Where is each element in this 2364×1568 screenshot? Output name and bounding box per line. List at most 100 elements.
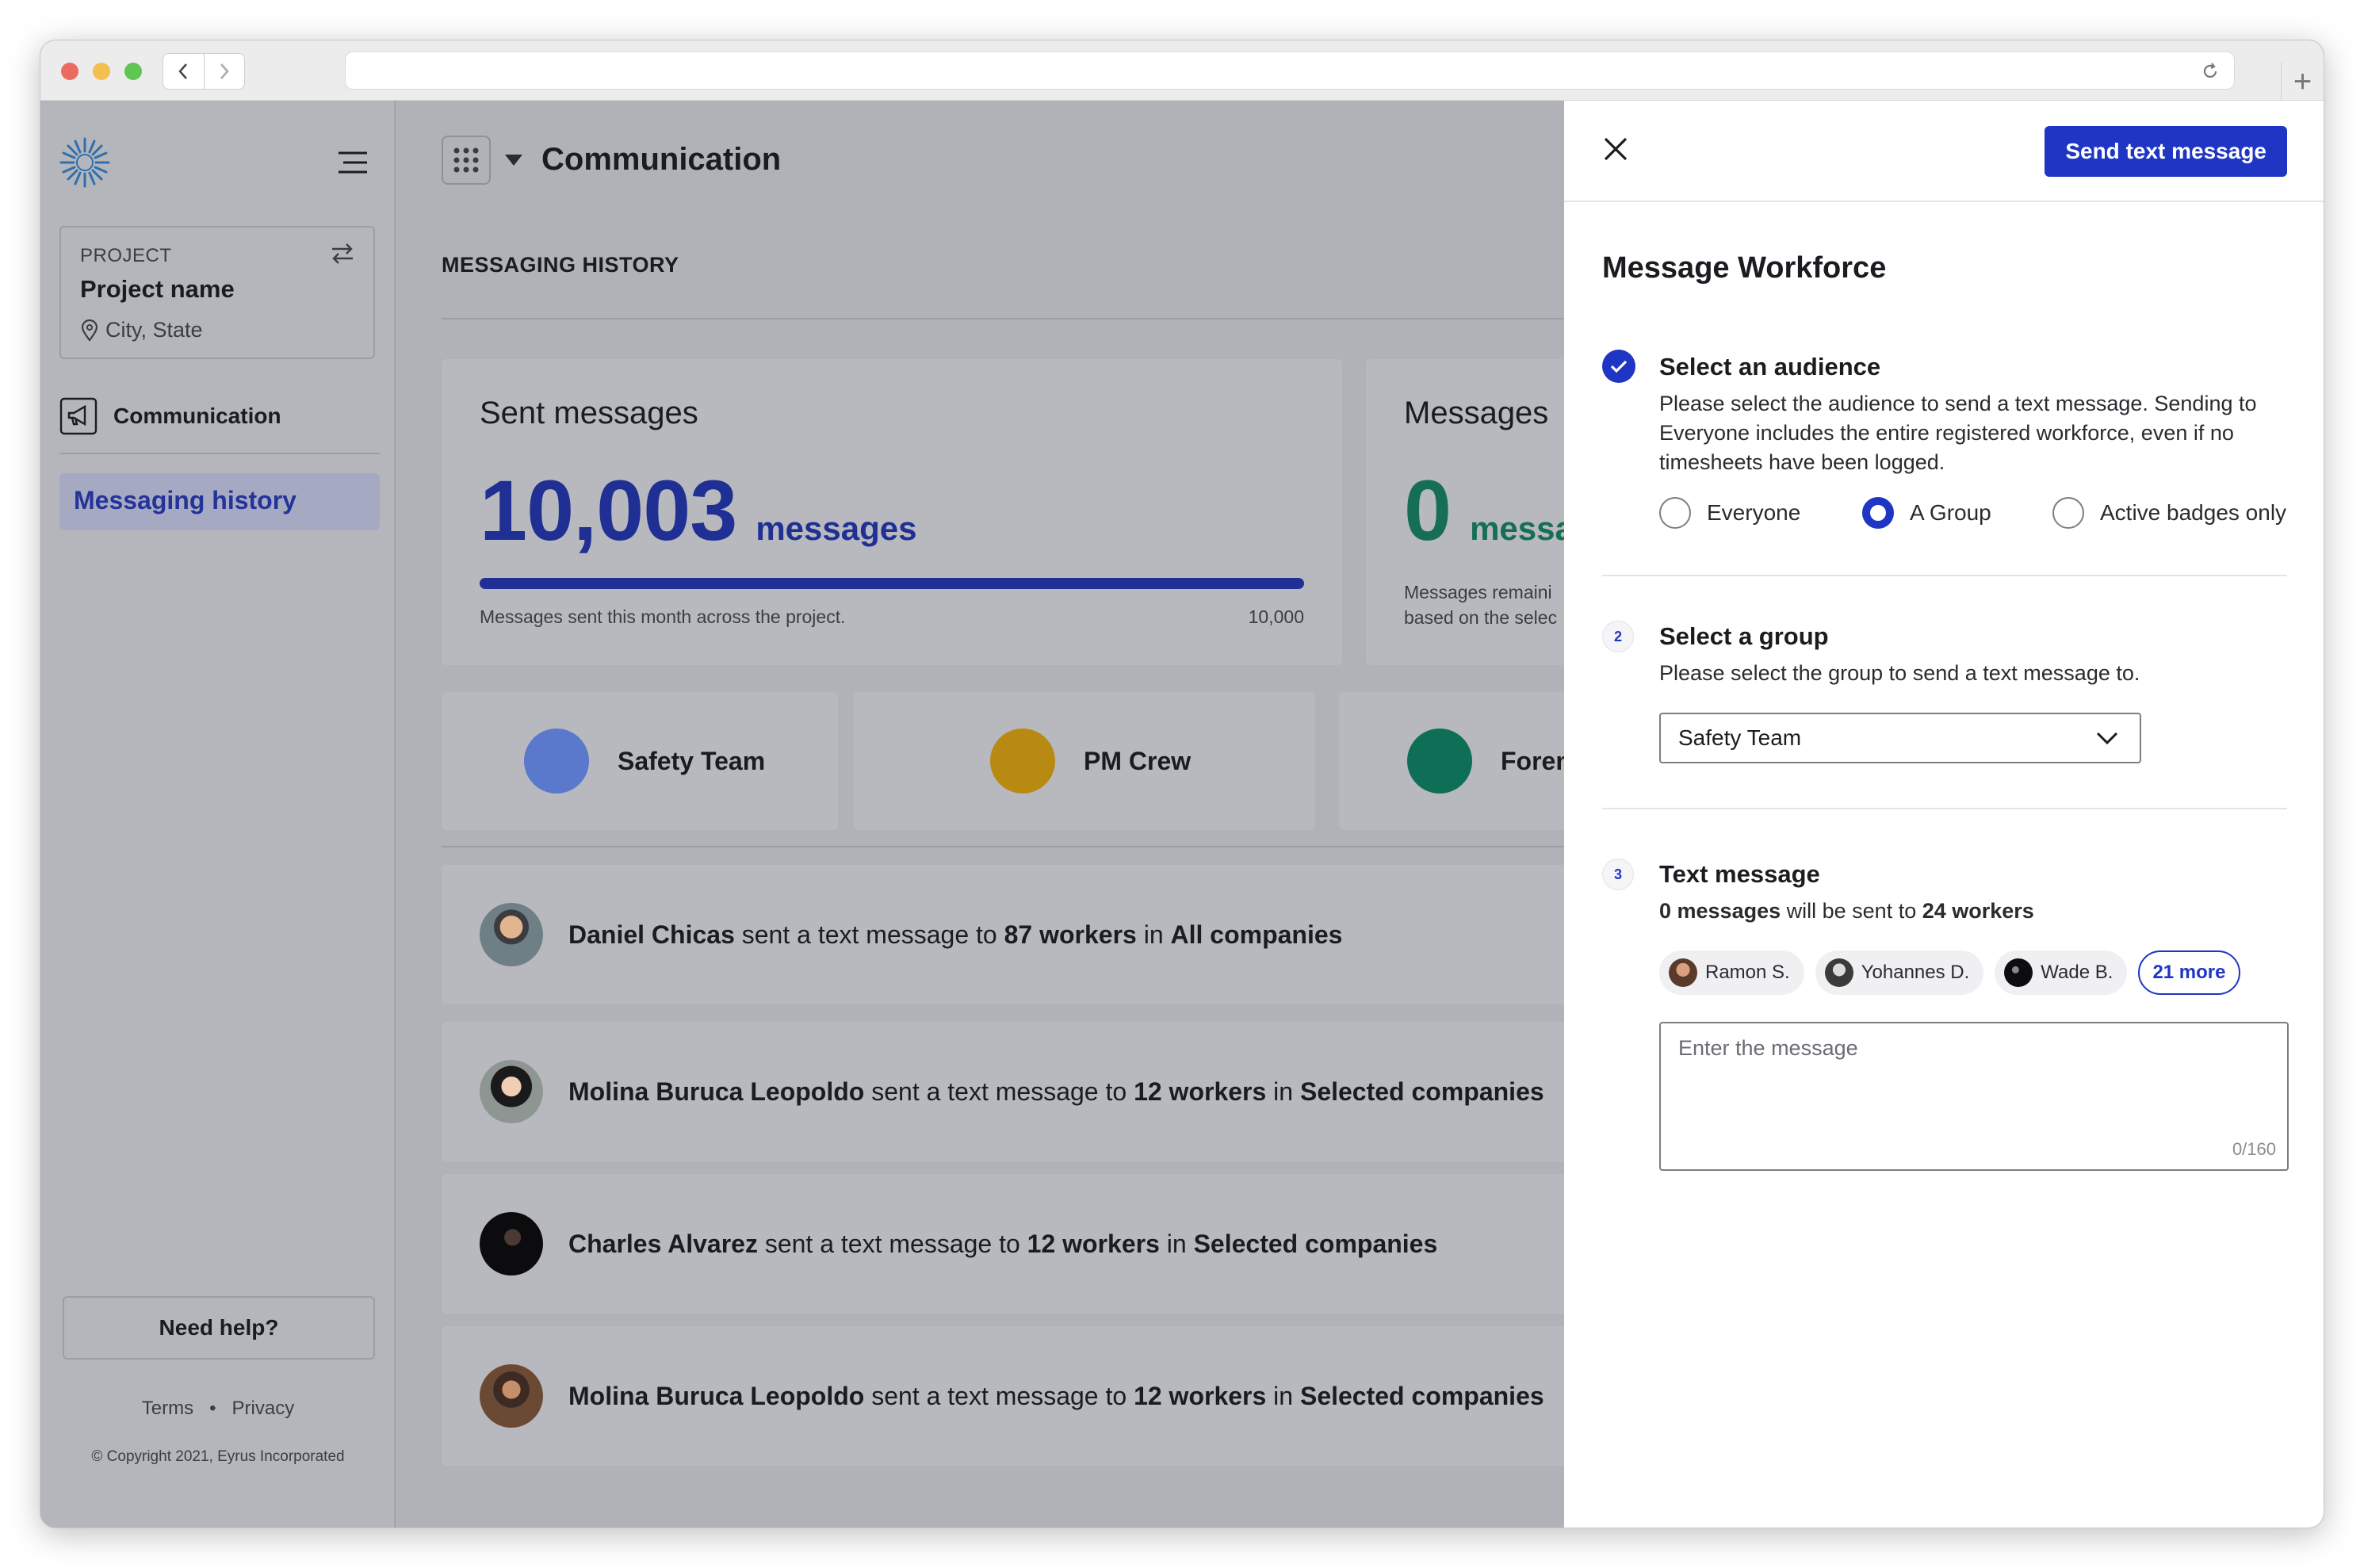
group-card-foremen[interactable]: Forem [1339, 692, 1602, 830]
privacy-link[interactable]: Privacy [232, 1398, 295, 1419]
avatar [2004, 958, 2033, 987]
character-counter: 0/160 [2232, 1139, 2276, 1159]
chevron-right-icon [220, 63, 229, 79]
radio-circle [2052, 497, 2084, 529]
step-number-badge: 2 [1602, 621, 1634, 652]
step-desc-audience: Please select the audience to send a tex… [1659, 392, 2257, 474]
forward-button[interactable] [203, 54, 245, 89]
recipient-name: Ramon S. [1705, 962, 1790, 983]
message-textarea[interactable]: Enter the message 0/160 [1659, 1022, 2289, 1171]
history-nav [163, 53, 245, 90]
avatar [480, 1364, 543, 1428]
project-location: City, State [80, 318, 203, 342]
message-placeholder: Enter the message [1678, 1036, 1858, 1060]
message-history-item[interactable]: Molina Buruca Leopoldo sent a text messa… [442, 1022, 1602, 1161]
step-title-audience: Select an audience [1659, 353, 1881, 381]
app-switcher-button[interactable] [442, 136, 491, 185]
send-text-message-button[interactable]: Send text message [2045, 126, 2287, 177]
group-name: Safety Team [618, 746, 766, 775]
nav-divider [59, 453, 380, 454]
message-summary: Molina Buruca Leopoldo sent a text messa… [568, 1077, 1544, 1106]
stat-value-row: 0 messa [1404, 461, 1574, 560]
more-recipients-chip[interactable]: 21 more [2138, 950, 2240, 995]
reload-icon[interactable] [2201, 62, 2220, 81]
maximize-window-button[interactable] [124, 63, 142, 80]
new-tab-button[interactable]: + [2281, 63, 2324, 101]
radio-active-badges[interactable]: Active badges only [2052, 497, 2286, 529]
radio-label: Everyone [1707, 500, 1801, 525]
terms-link[interactable]: Terms [142, 1398, 193, 1419]
step-number-badge: 3 [1602, 859, 1634, 890]
message-summary: Daniel Chicas sent a text message to 87 … [568, 920, 1343, 949]
stat-value: 10,003 [480, 462, 737, 558]
group-select[interactable]: Safety Team [1659, 713, 2141, 763]
recipient-chip[interactable]: Ramon S. [1659, 950, 1804, 995]
recipient-chip[interactable]: Yohannes D. [1815, 950, 1984, 995]
group-name: PM Crew [1084, 746, 1192, 775]
panel-header: Send text message [1564, 101, 2324, 202]
copyright-text: © Copyright 2021, Eyrus Incorporated [91, 1448, 345, 1465]
close-icon[interactable] [1602, 136, 1629, 163]
message-history-item[interactable]: Charles Alvarez sent a text message to 1… [442, 1174, 1602, 1314]
list-divider [442, 846, 1602, 847]
stat-footnote: Messages sent this month across the proj… [480, 606, 846, 627]
section-title: MESSAGING HISTORY [442, 253, 679, 277]
menu-icon[interactable] [337, 150, 369, 175]
stat-unit: messages [755, 510, 917, 547]
stat-value: 0 [1404, 462, 1452, 558]
nav-communication-label: Communication [113, 403, 281, 428]
group-color-dot [1407, 729, 1472, 794]
message-history-item[interactable]: Daniel Chicas sent a text message to 87 … [442, 865, 1602, 1004]
group-color-dot [524, 729, 589, 794]
radio-circle [1659, 497, 1691, 529]
group-card-pm-crew[interactable]: PM Crew [854, 692, 1315, 830]
sent-messages-card: Sent messages 10,003 messages Messages s… [442, 359, 1342, 665]
group-color-dot [990, 729, 1055, 794]
megaphone-icon [59, 397, 98, 435]
message-history-item[interactable]: Molina Buruca Leopoldo sent a text messa… [442, 1326, 1602, 1466]
group-select-value: Safety Team [1678, 725, 1802, 750]
radio-label: Active badges only [2100, 500, 2287, 525]
nav-messaging-history[interactable]: Messaging history [59, 473, 380, 530]
nav-communication[interactable]: Communication [59, 397, 281, 435]
avatar [480, 1060, 543, 1123]
caret-down-icon[interactable] [505, 155, 522, 166]
section-divider [442, 318, 1602, 319]
stat-footnote-line: based on the selec [1404, 607, 1558, 628]
browser-toolbar: + [40, 40, 2324, 101]
back-button[interactable] [163, 54, 204, 89]
legal-links: Terms • Privacy [40, 1398, 396, 1420]
close-window-button[interactable] [61, 63, 78, 80]
project-card[interactable]: PROJECT Project name City, State [59, 226, 375, 359]
message-workforce-panel: Send text message Message Workforce Sele… [1564, 101, 2324, 1528]
avatar [1824, 958, 1853, 987]
group-card-safety-team[interactable]: Safety Team [442, 692, 838, 830]
eyrus-logo-icon[interactable] [58, 136, 112, 189]
switch-project-icon[interactable] [329, 240, 356, 267]
page-title: Communication [541, 142, 782, 177]
audience-radio-group: Everyone A Group Active badges only [1659, 497, 2293, 535]
progress-bar [480, 578, 1304, 589]
step-title-text-message: Text message [1659, 860, 1820, 888]
browser-window: + PROJECT Project name City, State Commu… [40, 40, 2324, 1528]
legal-separator: • [209, 1398, 216, 1419]
panel-title: Message Workforce [1602, 251, 1887, 285]
avatar [480, 903, 543, 966]
stat-value-row: 10,003 messages [480, 461, 916, 560]
sidebar: PROJECT Project name City, State Communi… [40, 101, 396, 1528]
radio-a-group[interactable]: A Group [1862, 497, 1991, 529]
recipient-chips: Ramon S. Yohannes D. Wade B. 21 more [1659, 950, 2240, 995]
need-help-button[interactable]: Need help? [63, 1296, 375, 1360]
project-label: PROJECT [80, 245, 172, 266]
message-count-summary: 0 messages will be sent to 24 workers [1659, 899, 2034, 923]
minimize-window-button[interactable] [93, 63, 110, 80]
recipient-name: Yohannes D. [1861, 962, 1970, 983]
step-desc-group: Please select the group to send a text m… [1659, 661, 2140, 685]
address-bar[interactable] [345, 52, 2235, 90]
recipient-chip[interactable]: Wade B. [1995, 950, 2128, 995]
main-content: Communication MESSAGING HISTORY Sent mes… [397, 101, 1602, 1528]
step-divider [1602, 575, 2287, 576]
radio-everyone[interactable]: Everyone [1659, 497, 1800, 529]
stat-footnote-line: Messages remaini [1404, 582, 1552, 602]
step-title-group: Select a group [1659, 622, 1829, 650]
